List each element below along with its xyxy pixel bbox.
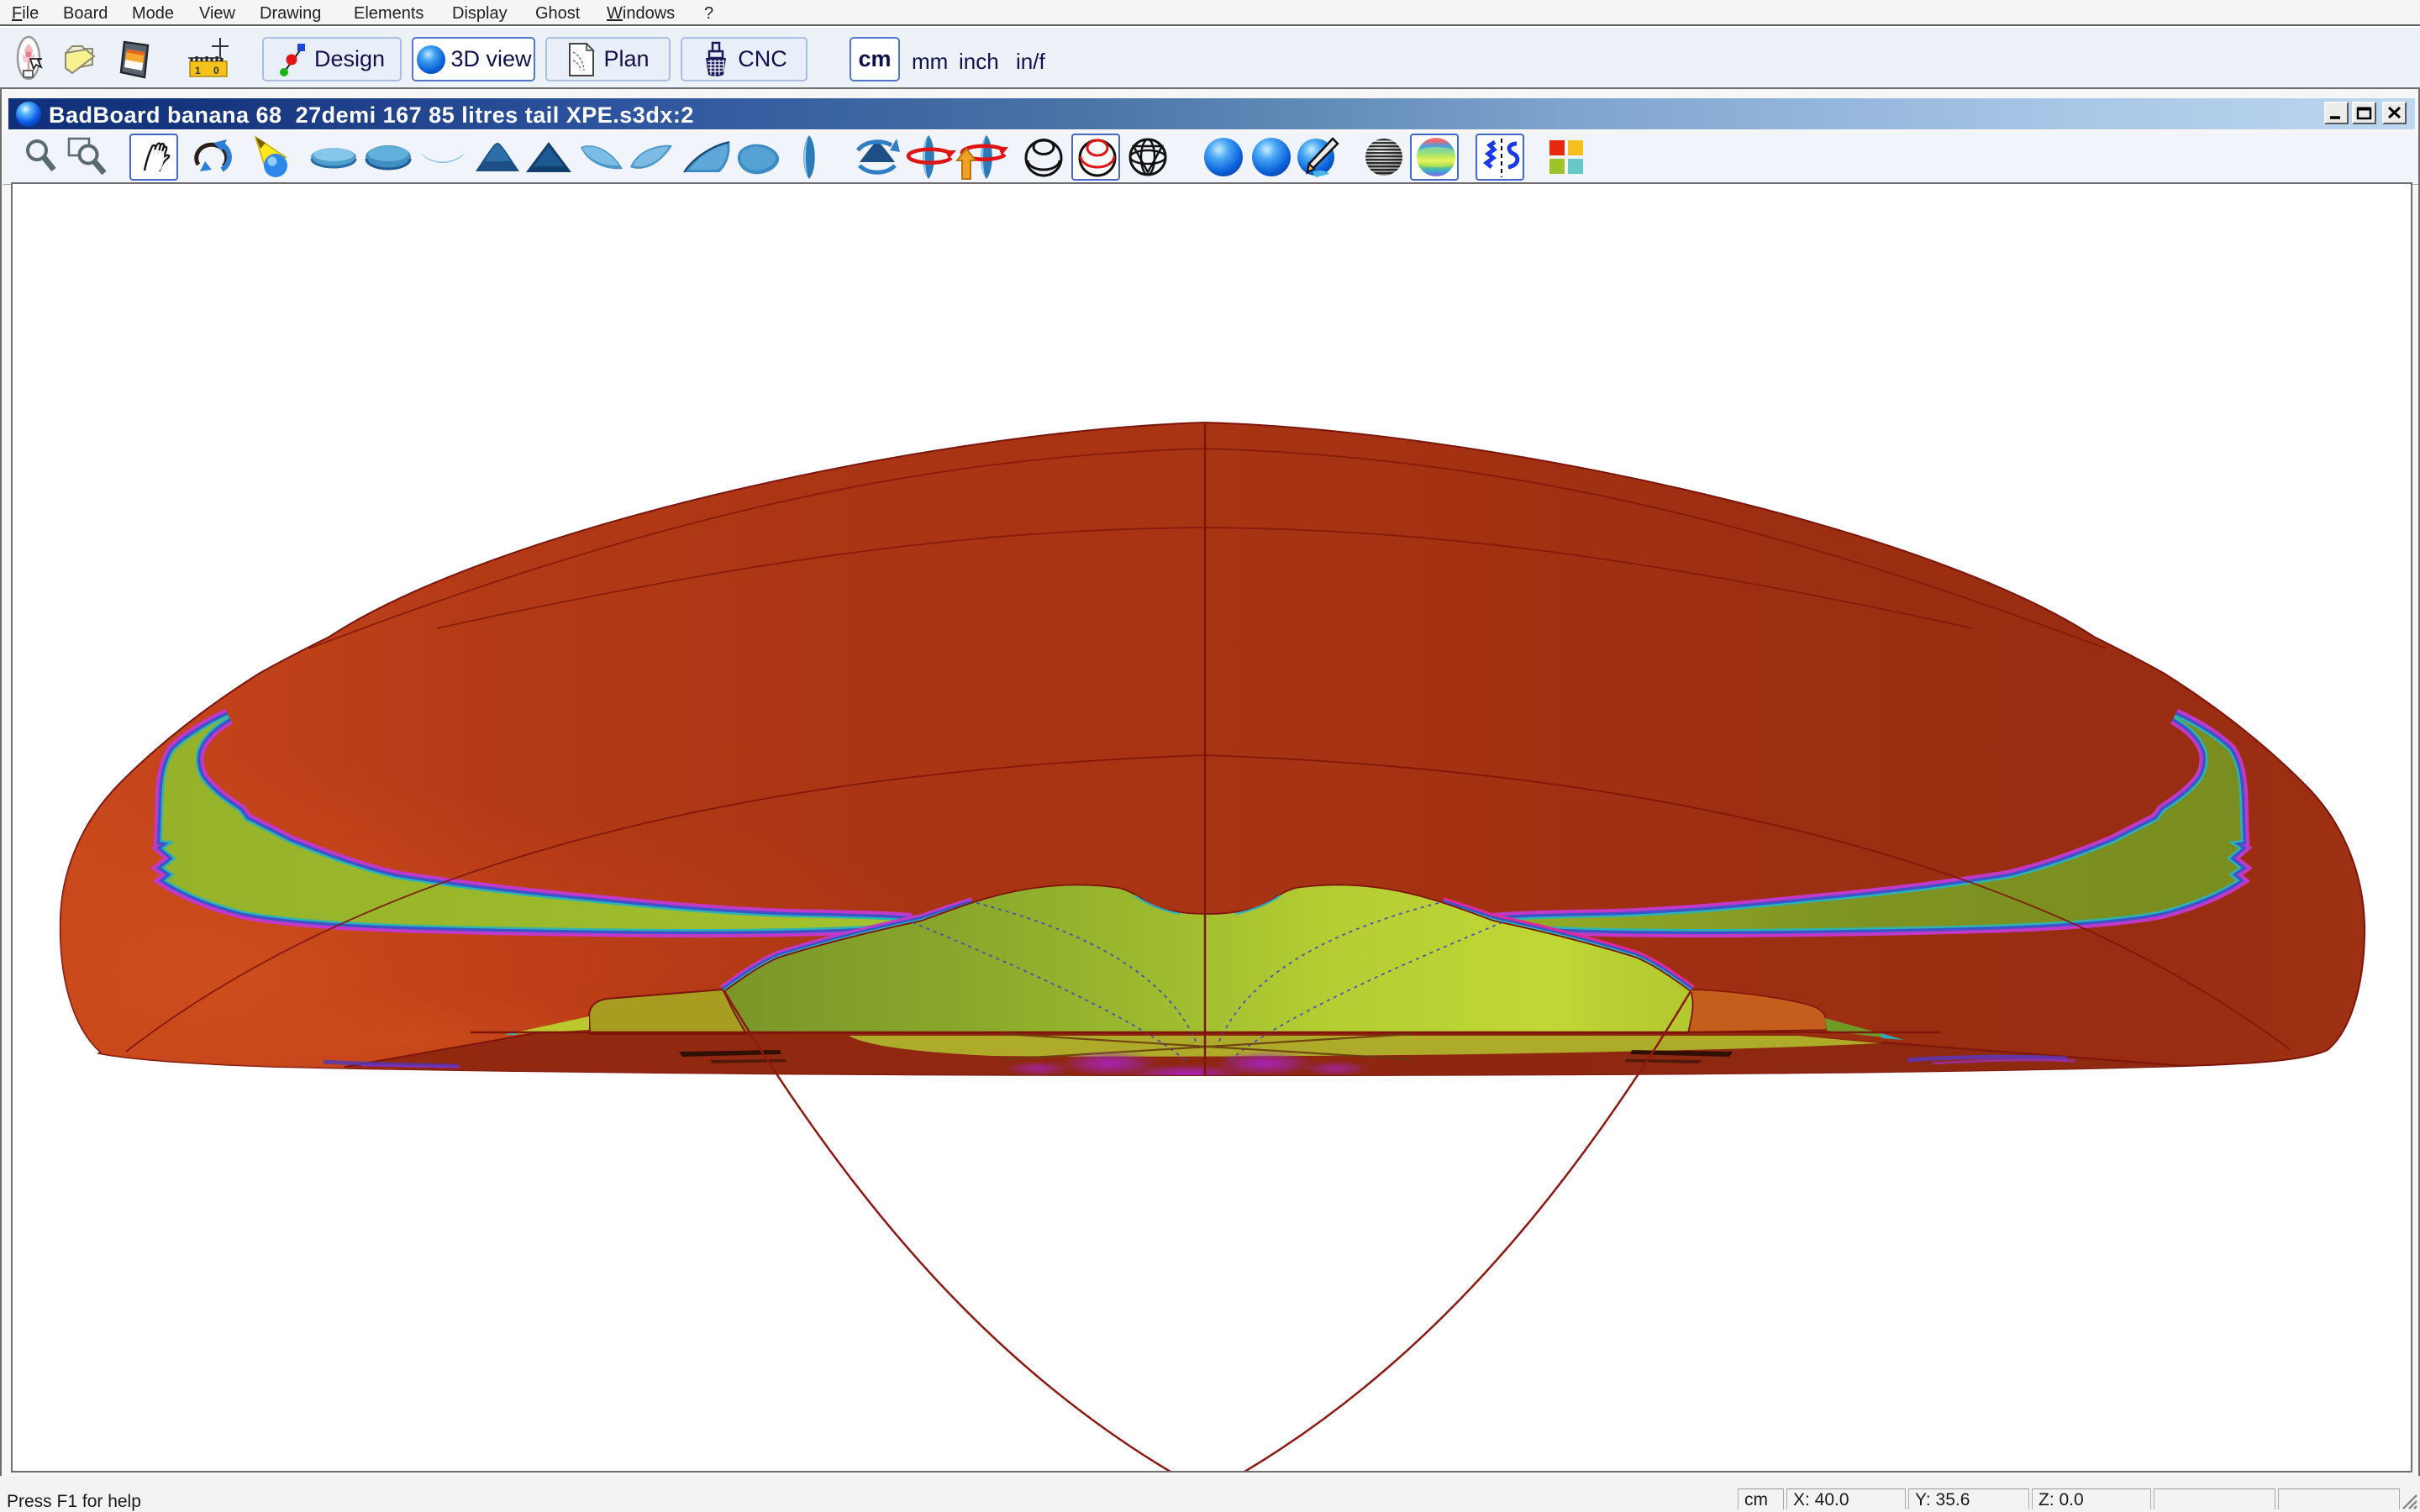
svg-text:0: 0 (213, 65, 219, 76)
svg-text:1: 1 (195, 65, 201, 76)
